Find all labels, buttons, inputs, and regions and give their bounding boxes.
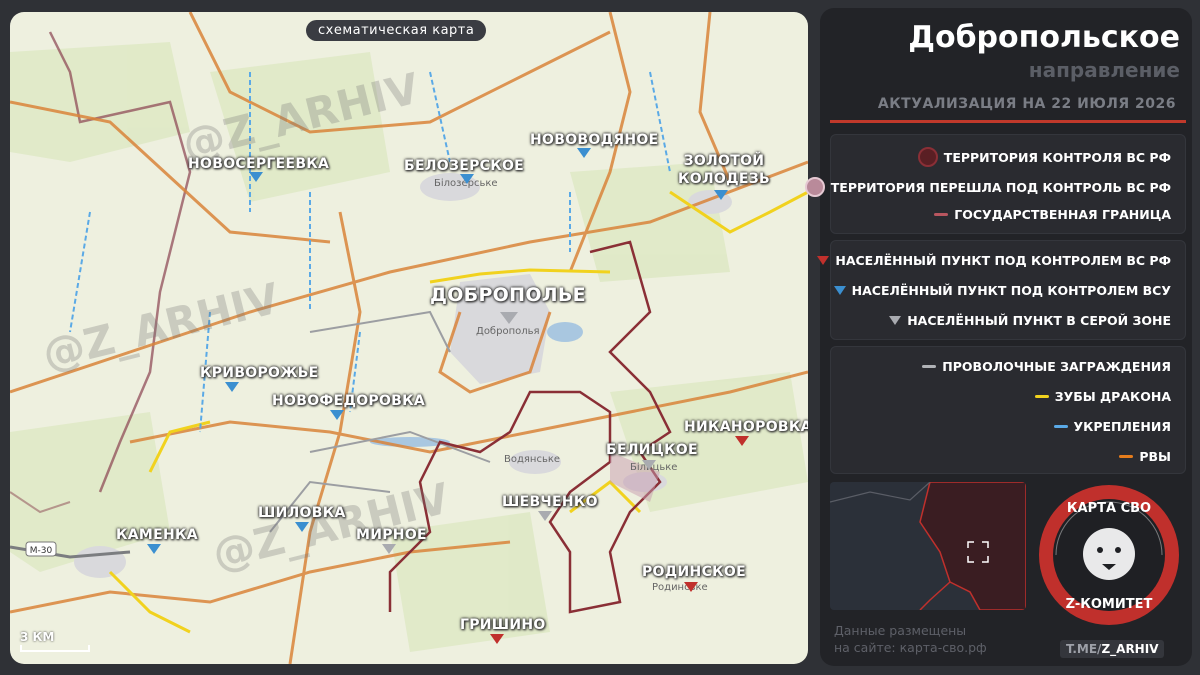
wire-swatch [922, 365, 937, 368]
city-label[interactable]: ЗОЛОТОЙ КОЛОДЕЗЬ [678, 152, 770, 188]
city-label[interactable]: НИКАНОРОВКА [684, 419, 808, 435]
telegram-link[interactable]: T.ME/Z_ARHIV [1060, 640, 1165, 658]
legend-label: ТЕРРИТОРИЯ КОНТРОЛЯ ВС РФ [943, 149, 1171, 165]
legend-item: ПРОВОЛОЧНЫЕ ЗАГРАЖДЕНИЯ [922, 359, 1171, 374]
settlement-marker-ua [714, 190, 728, 200]
city-label[interactable]: БЕЛОЗЕРСКОЕ [404, 158, 524, 174]
settlement-marker-ua [295, 522, 309, 532]
settlement-marker-grey [382, 544, 396, 554]
triangle-ru-icon [817, 256, 830, 265]
city-local-name: Водянське [504, 454, 561, 465]
city-label[interactable]: НОВОФЕДОРОВКА [272, 393, 425, 409]
city-label[interactable]: МИРНОЕ [356, 527, 427, 543]
settlement-marker-ua [225, 382, 239, 392]
link-prefix: T.ME/ [1066, 642, 1102, 656]
footer-line[interactable]: на сайте: карта-сво.рф [834, 639, 987, 656]
settlement-marker-ua [147, 544, 161, 554]
logo-bottom-text: Z-КОМИТЕТ [1066, 597, 1153, 612]
dragon-teeth-swatch [1034, 395, 1049, 398]
legend-label: НАСЕЛЁННЫЙ ПУНКТ В СЕРОЙ ЗОНЕ [907, 313, 1171, 328]
footer-note: Данные размещены на сайте: карта-сво.рф [834, 622, 987, 656]
settlement-marker-grey [642, 460, 656, 470]
ditch-swatch [1119, 455, 1134, 458]
info-panel: Добропольское направление АКТУАЛИЗАЦИЯ Н… [804, 8, 1192, 666]
panel-title: Добропольское [908, 20, 1180, 55]
city-label[interactable]: КРИВОРОЖЬЕ [200, 365, 319, 381]
settlement-marker-grey [538, 511, 552, 521]
legend-territory: ТЕРРИТОРИЯ КОНТРОЛЯ ВС РФ ТЕРРИТОРИЯ ПЕР… [804, 134, 1186, 234]
settlement-marker-ru [735, 436, 749, 446]
legend-settlements: НАСЕЛЁННЫЙ ПУНКТ ПОД КОНТРОЛЕМ ВС РФ НАС… [817, 240, 1186, 340]
legend-item: НАСЕЛЁННЫЙ ПУНКТ ПОД КОНТРОЛЕМ ВС РФ [817, 253, 1171, 268]
city-local-name: Доброполья [476, 326, 540, 337]
divider [830, 120, 1186, 123]
settlement-marker-ua [249, 172, 263, 182]
legend-fortifications: ПРОВОЛОЧНЫЕ ЗАГРАЖДЕНИЯ ЗУБЫ ДРАКОНА УКР… [830, 346, 1186, 474]
legend-item: НАСЕЛЁННЫЙ ПУНКТ В СЕРОЙ ЗОНЕ [889, 313, 1171, 328]
legend-item: НАСЕЛЁННЫЙ ПУНКТ ПОД КОНТРОЛЕМ ВСУ [833, 283, 1171, 298]
panel-subtitle: направление [1028, 58, 1180, 82]
legend-item: УКРЕПЛЕНИЯ [1053, 419, 1172, 434]
legend-label: НАСЕЛЁННЫЙ ПУНКТ ПОД КОНТРОЛЕМ ВСУ [851, 283, 1171, 298]
overview-minimap[interactable] [830, 482, 1026, 610]
legend-item: ТЕРРИТОРИЯ КОНТРОЛЯ ВС РФ [917, 147, 1171, 167]
city-label[interactable]: БЕЛИЦКОЕ [606, 442, 698, 458]
map-type-badge: схематическая карта [306, 20, 487, 41]
city-label[interactable]: НОВОВОДЯНОЕ [530, 132, 659, 148]
city-label[interactable]: РОДИНСКОЕ [642, 564, 746, 580]
legend-label: УКРЕПЛЕНИЯ [1073, 419, 1172, 434]
settlement-marker-ru [490, 634, 504, 644]
legend-label: ТЕРРИТОРИЯ ПЕРЕШЛА ПОД КОНТРОЛЬ ВС РФ [830, 179, 1171, 195]
legend-label: ГОСУДАРСТВЕННАЯ ГРАНИЦА [954, 207, 1171, 222]
city-local-name: Родинське [652, 582, 708, 593]
city-label[interactable]: ШЕВЧЕНКО [502, 494, 598, 510]
update-date: АКТУАЛИЗАЦИЯ НА 22 ИЮЛЯ 2026 [877, 96, 1176, 112]
territory-ru-swatch [917, 147, 938, 167]
scale-bar-line [20, 645, 90, 652]
lion-icon [1083, 528, 1135, 580]
legend-label: ПРОВОЛОЧНЫЕ ЗАГРАЖДЕНИЯ [942, 359, 1171, 374]
territory-transferred-swatch [804, 177, 825, 197]
link-name: Z_ARHIV [1101, 642, 1159, 656]
legend-label: ЗУБЫ ДРАКОНА [1054, 389, 1171, 404]
map-view[interactable]: М-30 схематическая карта @Z_ARHIV @Z_ARH… [10, 12, 808, 664]
legend-item: ГОСУДАРСТВЕННАЯ ГРАНИЦА [934, 207, 1171, 222]
footer-line: Данные размещены [834, 623, 967, 638]
city-label-dobropolye[interactable]: ДОБРОПОЛЬЕ [430, 284, 586, 306]
settlement-marker-ua [577, 148, 591, 158]
legend-item: ТЕРРИТОРИЯ ПЕРЕШЛА ПОД КОНТРОЛЬ ВС РФ [804, 177, 1171, 197]
legend-label: НАСЕЛЁННЫЙ ПУНКТ ПОД КОНТРОЛЕМ ВС РФ [835, 253, 1171, 268]
scale-label: 3 КМ [20, 630, 55, 644]
settlement-marker-ru [684, 582, 698, 592]
legend-item: РВЫ [1119, 449, 1171, 464]
triangle-ua-icon [833, 286, 846, 295]
settlement-marker-ua [460, 174, 474, 184]
legend-label: РВЫ [1139, 449, 1171, 464]
city-label[interactable]: НОВОСЕРГЕЕВКА [188, 156, 329, 172]
fortification-swatch [1053, 425, 1068, 428]
scale-bar: 3 КМ [20, 630, 90, 652]
brand-logo: КАРТА СВО Z-КОМИТЕТ [1036, 482, 1182, 628]
city-label[interactable]: ГРИШИНО [460, 617, 546, 633]
logo-top-text: КАРТА СВО [1067, 501, 1151, 516]
legend-item: ЗУБЫ ДРАКОНА [1034, 389, 1171, 404]
city-label[interactable]: ШИЛОВКА [258, 505, 346, 521]
settlement-marker-grey [500, 312, 518, 324]
border-swatch [934, 213, 949, 216]
triangle-grey-icon [889, 316, 902, 325]
road-label: М-30 [30, 546, 53, 556]
city-label[interactable]: КАМЕНКА [116, 527, 198, 543]
settlement-marker-ua [330, 410, 344, 420]
